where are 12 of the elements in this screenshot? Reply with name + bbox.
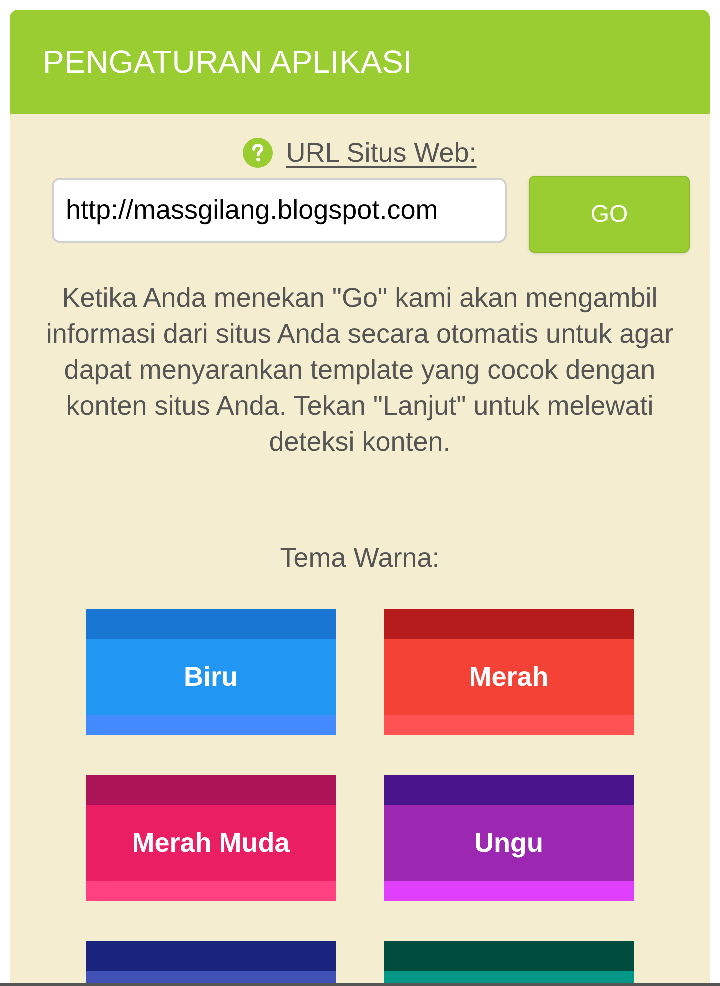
section-title: Tema Warna: — [280, 542, 440, 575]
theme-option[interactable]: Merah — [384, 609, 634, 735]
help-icon[interactable] — [243, 138, 274, 168]
field-label: URL Situs Web: — [286, 140, 477, 166]
theme-option[interactable] — [86, 941, 336, 983]
description-text: Ketika Anda menekan "Go" kami akan mengambil informasi dari situs Anda secara otomatis untuk agar dapat menyarankan template yang cocok dengan konten situs Anda. Tekan "Lanjut" untuk melewati deteksi konten. — [45, 282, 675, 459]
theme-option[interactable] — [384, 941, 634, 983]
theme-option[interactable]: Ungu — [384, 775, 634, 901]
page-title: PENGATURAN APLIKASI — [43, 46, 412, 78]
theme-option[interactable]: Biru — [86, 609, 336, 735]
url-input[interactable]: http://massgilang.blogspot.com — [52, 178, 507, 243]
theme-option[interactable]: Merah Muda — [86, 775, 336, 901]
